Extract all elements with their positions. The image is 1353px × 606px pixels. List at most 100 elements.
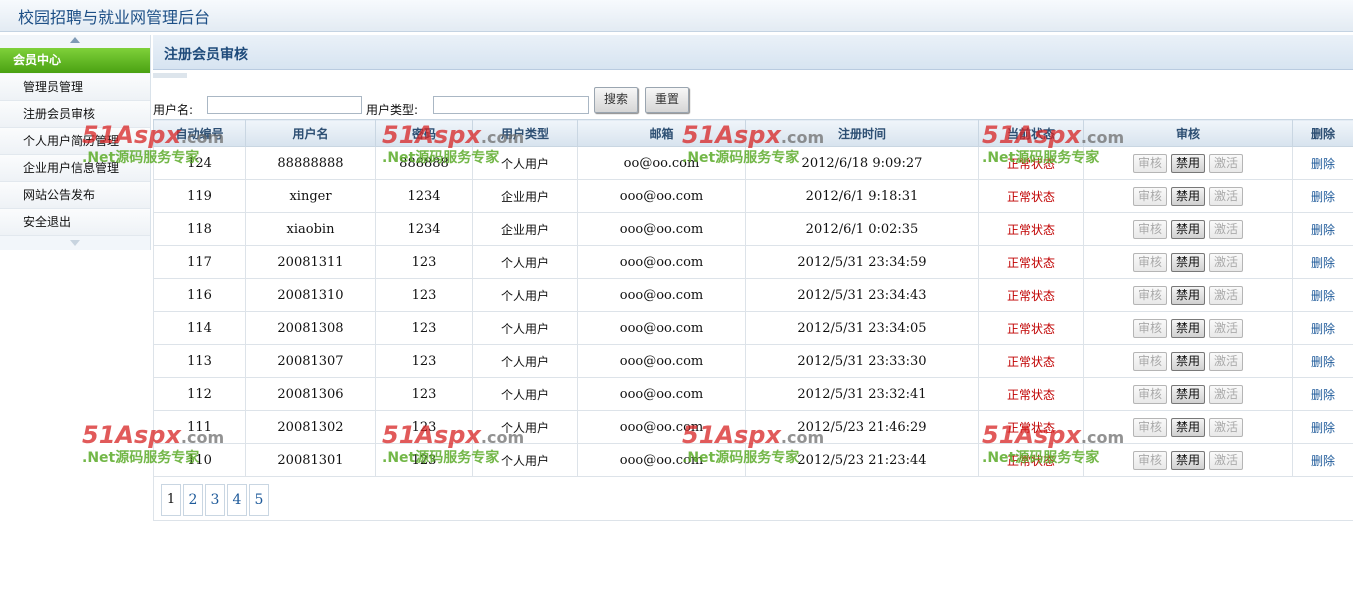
review-button[interactable]: 审核 [1133, 285, 1167, 305]
cell-email: ooo@oo.com [577, 179, 746, 213]
cell-status: 正常状态 [978, 377, 1084, 411]
cell-username: 20081311 [245, 245, 376, 279]
reset-button[interactable]: 重置 [645, 87, 689, 113]
disable-button[interactable]: 禁用 [1171, 186, 1205, 206]
cell-password: 1234 [375, 179, 473, 213]
member-table: 自动编号 用户名 密码 用户类型 邮箱 注册时间 当前状态 审核 删除 124 8… [153, 119, 1353, 477]
pager-area [153, 476, 1353, 521]
review-button[interactable]: 审核 [1133, 318, 1167, 338]
col-status[interactable]: 当前状态 [978, 119, 1084, 147]
cell-id: 110 [153, 443, 246, 477]
table-header-row: 自动编号 用户名 密码 用户类型 邮箱 注册时间 当前状态 审核 删除 [153, 119, 1353, 147]
cell-email: oo@oo.com [577, 146, 746, 180]
cell-email: ooo@oo.com [577, 344, 746, 378]
scroll-up-icon[interactable] [70, 37, 80, 43]
review-button[interactable]: 审核 [1133, 186, 1167, 206]
page-link[interactable]: 4 [227, 484, 247, 516]
cell-type: 个人用户 [472, 245, 578, 279]
disable-button[interactable]: 禁用 [1171, 318, 1205, 338]
activate-button[interactable]: 激活 [1209, 153, 1243, 173]
cell-time: 2012/5/31 23:34:05 [745, 311, 979, 345]
col-id[interactable]: 自动编号 [153, 119, 246, 147]
review-button[interactable]: 审核 [1133, 384, 1167, 404]
disable-button[interactable]: 禁用 [1171, 285, 1205, 305]
col-time[interactable]: 注册时间 [745, 119, 979, 147]
cell-email: ooo@oo.com [577, 311, 746, 345]
delete-link[interactable]: 删除 [1292, 410, 1353, 444]
delete-link[interactable]: 删除 [1292, 344, 1353, 378]
sidebar: 会员中心 管理员管理 注册会员审核 个人用户简历管理 企业用户信息管理 网站公告… [0, 35, 151, 250]
col-username[interactable]: 用户名 [245, 119, 376, 147]
page-link[interactable]: 3 [205, 484, 225, 516]
sidebar-item-logout[interactable]: 安全退出 [0, 209, 150, 236]
col-password[interactable]: 密码 [375, 119, 473, 147]
sidebar-item-member-review[interactable]: 注册会员审核 [0, 101, 150, 128]
review-button[interactable]: 审核 [1133, 351, 1167, 371]
activate-button[interactable]: 激活 [1209, 318, 1243, 338]
username-input[interactable] [207, 96, 362, 114]
activate-button[interactable]: 激活 [1209, 186, 1243, 206]
table-row: 116 20081310 123 个人用户 ooo@oo.com 2012/5/31 23… [153, 278, 1353, 312]
app-title: 校园招聘与就业网管理后台 [18, 8, 211, 27]
cell-password: 123 [375, 377, 473, 411]
delete-link[interactable]: 删除 [1292, 443, 1353, 477]
sidebar-item-company[interactable]: 企业用户信息管理 [0, 155, 150, 182]
page-link[interactable]: 5 [249, 484, 269, 516]
cell-password: 123 [375, 443, 473, 477]
cell-type: 企业用户 [472, 179, 578, 213]
activate-button[interactable]: 激活 [1209, 351, 1243, 371]
sidebar-item-notice[interactable]: 网站公告发布 [0, 182, 150, 209]
delete-link[interactable]: 删除 [1292, 212, 1353, 246]
delete-link[interactable]: 删除 [1292, 146, 1353, 180]
cell-actions: 审核 禁用 激活 [1083, 377, 1293, 411]
cell-type: 个人用户 [472, 377, 578, 411]
table-row: 114 20081308 123 个人用户 ooo@oo.com 2012/5/31 23… [153, 311, 1353, 345]
cell-id: 118 [153, 212, 246, 246]
cell-time: 2012/6/18 9:09:27 [745, 146, 979, 180]
review-button[interactable]: 审核 [1133, 153, 1167, 173]
cell-password: 1234 [375, 212, 473, 246]
disable-button[interactable]: 禁用 [1171, 153, 1205, 173]
page-link[interactable]: 1 [161, 484, 181, 516]
col-email[interactable]: 邮箱 [577, 119, 746, 147]
cell-type: 个人用户 [472, 344, 578, 378]
disable-button[interactable]: 禁用 [1171, 219, 1205, 239]
scroll-down-icon[interactable] [70, 240, 80, 246]
sidebar-header[interactable]: 会员中心 [0, 48, 150, 73]
delete-link[interactable]: 删除 [1292, 311, 1353, 345]
delete-link[interactable]: 删除 [1292, 245, 1353, 279]
usertype-input[interactable] [433, 96, 589, 114]
disable-button[interactable]: 禁用 [1171, 384, 1205, 404]
cell-status: 正常状态 [978, 179, 1084, 213]
activate-button[interactable]: 激活 [1209, 252, 1243, 272]
table-row: 110 20081301 123 个人用户 ooo@oo.com 2012/5/23 21… [153, 443, 1353, 477]
cell-id: 124 [153, 146, 246, 180]
delete-link[interactable]: 删除 [1292, 377, 1353, 411]
activate-button[interactable]: 激活 [1209, 285, 1243, 305]
review-button[interactable]: 审核 [1133, 219, 1167, 239]
review-button[interactable]: 审核 [1133, 417, 1167, 437]
search-button[interactable]: 搜索 [594, 87, 638, 113]
activate-button[interactable]: 激活 [1209, 219, 1243, 239]
delete-link[interactable]: 删除 [1292, 179, 1353, 213]
col-type[interactable]: 用户类型 [472, 119, 578, 147]
activate-button[interactable]: 激活 [1209, 417, 1243, 437]
activate-button[interactable]: 激活 [1209, 450, 1243, 470]
cell-password: 123 [375, 311, 473, 345]
disable-button[interactable]: 禁用 [1171, 351, 1205, 371]
review-button[interactable]: 审核 [1133, 252, 1167, 272]
disable-button[interactable]: 禁用 [1171, 417, 1205, 437]
sidebar-item-admin[interactable]: 管理员管理 [0, 74, 150, 101]
cell-time: 2012/5/31 23:32:41 [745, 377, 979, 411]
sidebar-item-resume[interactable]: 个人用户简历管理 [0, 128, 150, 155]
cell-actions: 审核 禁用 激活 [1083, 443, 1293, 477]
cell-time: 2012/5/31 23:33:30 [745, 344, 979, 378]
cell-time: 2012/5/23 21:46:29 [745, 410, 979, 444]
disable-button[interactable]: 禁用 [1171, 252, 1205, 272]
disable-button[interactable]: 禁用 [1171, 450, 1205, 470]
review-button[interactable]: 审核 [1133, 450, 1167, 470]
activate-button[interactable]: 激活 [1209, 384, 1243, 404]
page-link[interactable]: 2 [183, 484, 203, 516]
table-row: 113 20081307 123 个人用户 ooo@oo.com 2012/5/31 23… [153, 344, 1353, 378]
delete-link[interactable]: 删除 [1292, 278, 1353, 312]
